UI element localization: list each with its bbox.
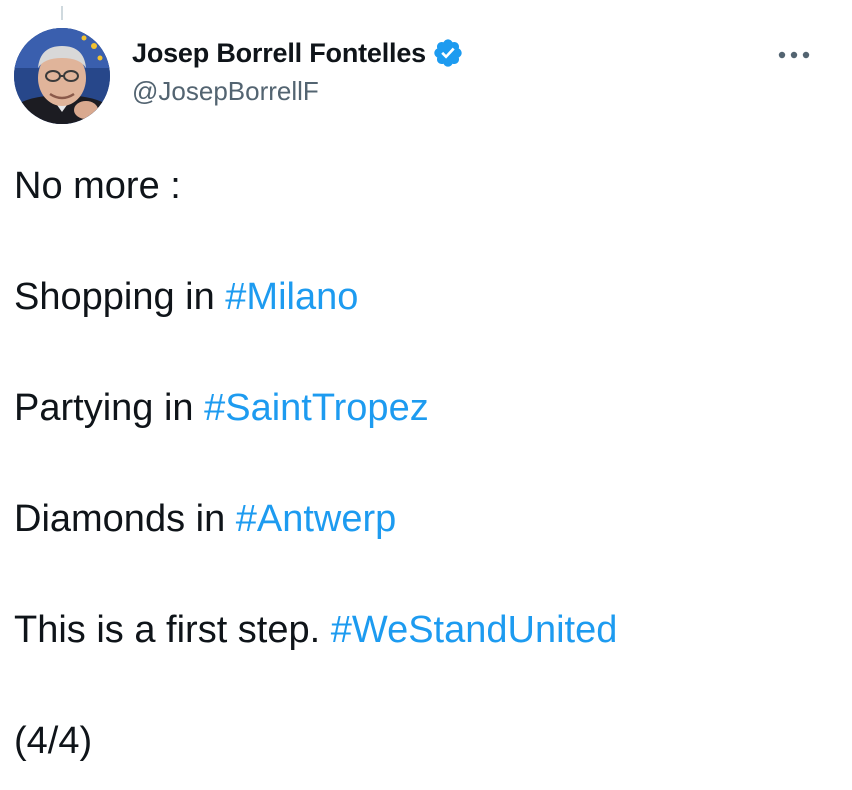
tweet-text-segment: Diamonds in [14,498,236,540]
tweet-line-milano: Shopping in #Milano [14,271,838,323]
tweet-author: Josep Borrell Fontelles @JosepBorrellF [132,36,464,107]
tweet-line-saint-tropez: Partying in #SaintTropez [14,382,838,434]
author-display-name[interactable]: Josep Borrell Fontelles [132,38,426,69]
tweet-line-thread-count: (4/4) [14,715,838,767]
hashtag-link-saint-tropez[interactable]: #SaintTropez [204,387,429,429]
author-handle[interactable]: @JosepBorrellF [132,76,464,107]
tweet-line-first-step: This is a first step. #WeStandUnited [14,604,838,656]
author-name-row: Josep Borrell Fontelles [132,36,464,70]
hashtag-link-milano[interactable]: #Milano [225,276,358,318]
tweet-text-segment: (4/4) [14,720,93,762]
tweet-text: No more : Shopping in #Milano Partying i… [14,160,838,767]
thread-connector-line [61,6,63,20]
verified-badge-icon [432,37,464,69]
tweet-text-segment: This is a first step. [14,609,331,651]
tweet-text-segment: Partying in [14,387,205,429]
tweet-text-segment: No more : [14,165,181,207]
tweet-line-intro: No more : [14,160,838,212]
avatar[interactable] [14,28,110,124]
profile-photo-icon [14,28,110,124]
tweet-line-antwerp: Diamonds in #Antwerp [14,493,838,545]
hashtag-link-antwerp[interactable]: #Antwerp [236,498,397,540]
hashtag-link-we-stand-united[interactable]: #WeStandUnited [331,609,618,651]
more-options-icon [778,51,810,59]
more-options-button[interactable] [774,40,814,70]
tweet-text-segment: Shopping in [14,276,226,318]
